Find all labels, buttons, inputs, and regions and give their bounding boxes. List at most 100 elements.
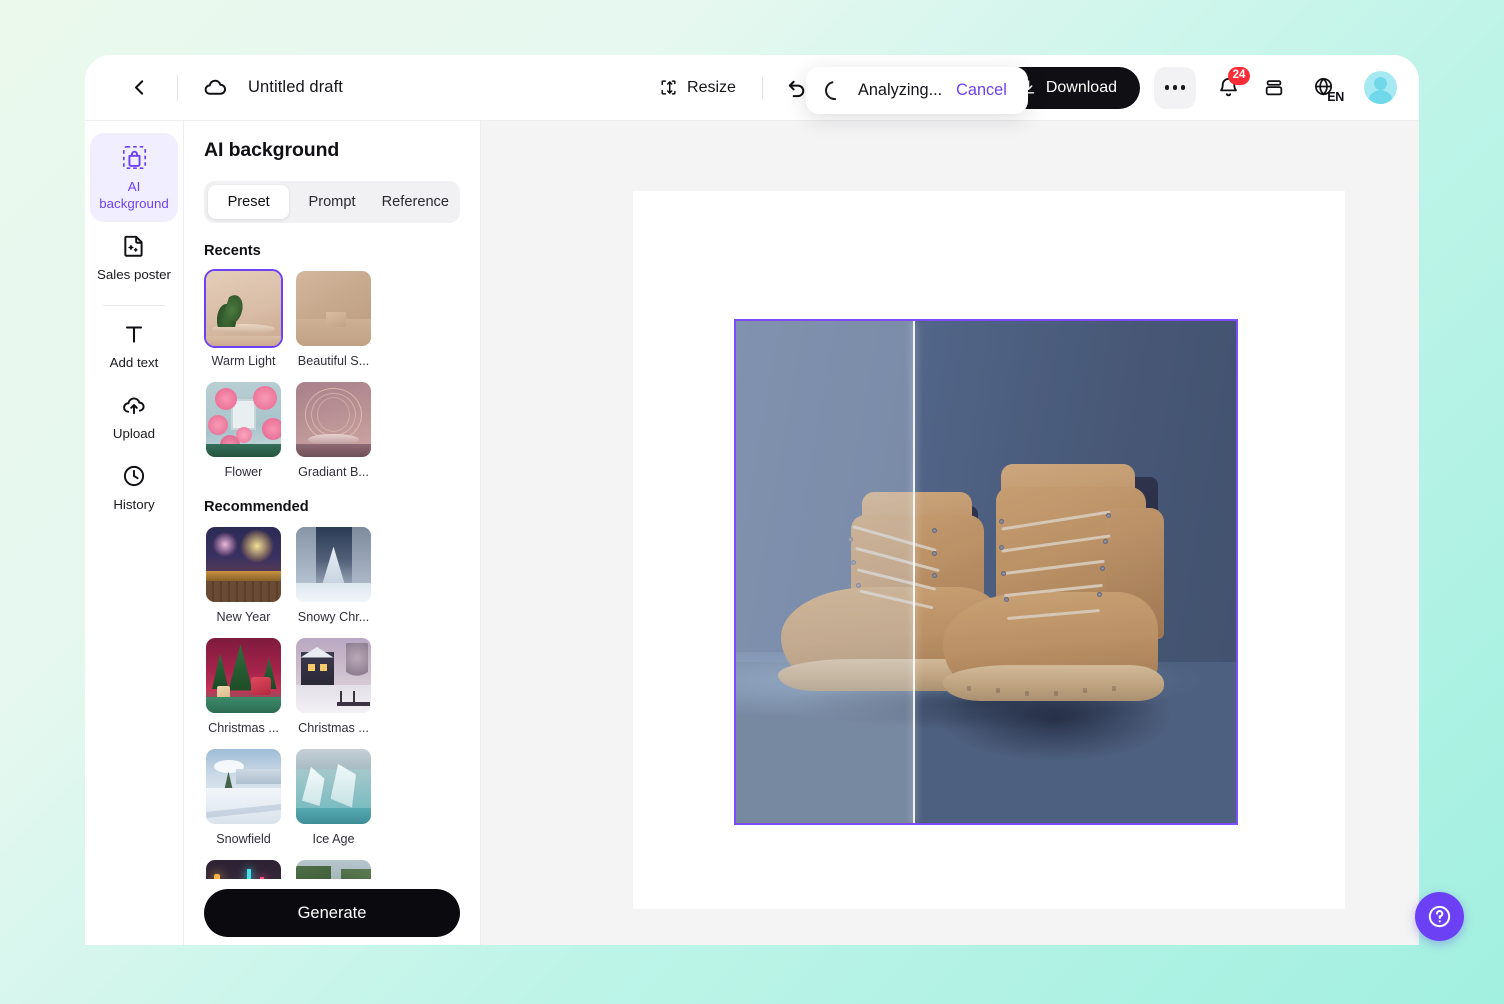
layers-icon: [1263, 77, 1285, 99]
generate-button[interactable]: Generate: [204, 889, 460, 937]
preset-thumbnail: [204, 269, 283, 348]
ellipsis-icon: [1180, 85, 1186, 90]
preset-thumbnail: [204, 747, 283, 826]
app-window: Untitled draft Resize Download 24 EN AI …: [85, 55, 1419, 945]
panel-header: AI background Preset Prompt Reference: [184, 121, 480, 223]
preset-card-beautiful-s[interactable]: Beautiful S...: [294, 269, 373, 368]
loading-spinner-icon: [821, 77, 848, 104]
preset-label: Snowy Chr...: [297, 610, 370, 624]
preset-card-snowy-christmas[interactable]: Snowy Chr...: [294, 525, 373, 624]
product-photo: [736, 321, 1236, 823]
ellipsis-icon: [1172, 85, 1178, 90]
image-selection-frame[interactable]: [734, 319, 1238, 825]
sidebar-item-label: Add text: [109, 355, 159, 371]
preset-card-rainy-street[interactable]: Rainy Street: [204, 858, 283, 879]
notification-badge: 24: [1228, 66, 1250, 85]
chevron-left-icon: [129, 77, 150, 98]
cloud-icon[interactable]: [198, 71, 232, 105]
question-mark-icon: [1426, 903, 1453, 930]
page-title: AI background: [204, 139, 340, 161]
preset-thumbnail: [294, 858, 373, 879]
app-body: AI background Sales poster Add text Uplo…: [85, 120, 1419, 945]
user-avatar: [1374, 77, 1387, 90]
header-right-group: Download 24 EN: [1000, 66, 1397, 109]
preset-label: Beautiful S...: [297, 354, 370, 368]
recommended-grid: New Year Snowy Chr... Christmas ... Chri…: [204, 525, 460, 879]
sidebar-item-upload[interactable]: Upload: [90, 381, 178, 452]
preset-label: New Year: [216, 610, 271, 624]
preset-scroll-area[interactable]: Recents Warm Light Beautiful S... Flower…: [184, 223, 480, 879]
preset-thumbnail: [204, 525, 283, 604]
notifications-button[interactable]: 24: [1207, 66, 1250, 109]
resize-frame-icon: [659, 78, 678, 97]
help-button[interactable]: [1415, 892, 1464, 941]
preset-card-christmas-2[interactable]: Christmas ...: [294, 636, 373, 735]
add-text-icon: [121, 321, 147, 347]
analyzing-toast: Analyzing... Cancel: [806, 67, 1028, 114]
preset-label: Ice Age: [312, 832, 355, 846]
preset-card-christmas-1[interactable]: Christmas ...: [204, 636, 283, 735]
sidebar-item-add-text[interactable]: Add text: [90, 310, 178, 381]
status-text: Analyzing...: [858, 81, 943, 99]
tool-rail: AI background Sales poster Add text Uplo…: [85, 120, 183, 945]
cancel-button[interactable]: Cancel: [956, 81, 1007, 100]
recommended-section-title: Recommended: [204, 499, 309, 515]
tab-prompt[interactable]: Prompt: [291, 185, 372, 219]
tools-divider: [761, 76, 763, 99]
preset-card-rainy-river[interactable]: Rainy River...: [294, 858, 373, 879]
sidebar-item-label: Upload: [112, 426, 156, 442]
undo-arrow-icon: [785, 76, 808, 99]
resize-button[interactable]: Resize: [647, 70, 748, 105]
more-options-button[interactable]: [1154, 66, 1196, 109]
preset-card-flower[interactable]: Flower: [204, 380, 283, 479]
sidebar-item-label: Sales poster: [97, 267, 171, 283]
analysis-scan-line: [912, 321, 915, 823]
layers-button[interactable]: [1254, 68, 1294, 108]
history-clock-icon: [121, 463, 147, 489]
recents-grid: Warm Light Beautiful S... Flower Gradian…: [204, 269, 460, 479]
preset-card-warm-light[interactable]: Warm Light: [204, 269, 283, 368]
analysis-scan-region: [736, 321, 913, 823]
generate-footer: Generate: [184, 879, 480, 945]
preset-card-snowfield[interactable]: Snowfield: [204, 747, 283, 846]
preset-card-gradiant-b[interactable]: Gradiant B...: [294, 380, 373, 479]
preset-label: Gradiant B...: [298, 465, 369, 479]
tab-preset[interactable]: Preset: [208, 185, 290, 219]
rail-divider: [103, 305, 165, 307]
app-header: Untitled draft Resize Download 24 EN: [85, 55, 1419, 120]
back-button[interactable]: [115, 64, 163, 112]
sidebar-item-sales-poster[interactable]: Sales poster: [90, 222, 178, 293]
sidebar-item-history[interactable]: History: [90, 452, 178, 523]
ai-background-icon: [121, 144, 148, 171]
document-title[interactable]: Untitled draft: [248, 78, 343, 97]
avatar[interactable]: [1364, 71, 1397, 104]
sidebar-item-ai-background[interactable]: AI background: [90, 133, 178, 223]
preset-thumbnail: [294, 636, 373, 715]
preset-thumbnail: [294, 269, 373, 348]
language-code: EN: [1327, 89, 1344, 104]
canvas-area[interactable]: [481, 120, 1419, 945]
resize-label: Resize: [687, 78, 736, 96]
preset-thumbnail: [204, 380, 283, 459]
artboard[interactable]: [633, 191, 1345, 909]
upload-cloud-icon: [121, 392, 147, 418]
ai-background-panel: AI background Preset Prompt Reference Re…: [183, 120, 481, 945]
preset-label: Christmas ...: [208, 721, 279, 735]
sidebar-item-label: History: [113, 497, 155, 513]
header-divider: [177, 74, 178, 101]
tab-reference[interactable]: Reference: [375, 185, 456, 219]
panel-tabs: Preset Prompt Reference: [204, 181, 460, 223]
header-left-group: Untitled draft: [85, 64, 343, 112]
download-label: Download: [1045, 78, 1117, 96]
sidebar-item-label: AI background: [99, 179, 169, 212]
language-selector[interactable]: EN: [1303, 67, 1345, 109]
preset-thumbnail: [294, 747, 373, 826]
preset-card-ice-age[interactable]: Ice Age: [294, 747, 373, 846]
user-avatar-body: [1368, 90, 1393, 104]
preset-label: Flower: [224, 465, 263, 479]
preset-label: Christmas ...: [298, 721, 369, 735]
preset-thumbnail: [294, 380, 373, 459]
preset-thumbnail: [294, 525, 373, 604]
preset-card-new-year[interactable]: New Year: [204, 525, 283, 624]
recents-section-title: Recents: [204, 243, 261, 259]
